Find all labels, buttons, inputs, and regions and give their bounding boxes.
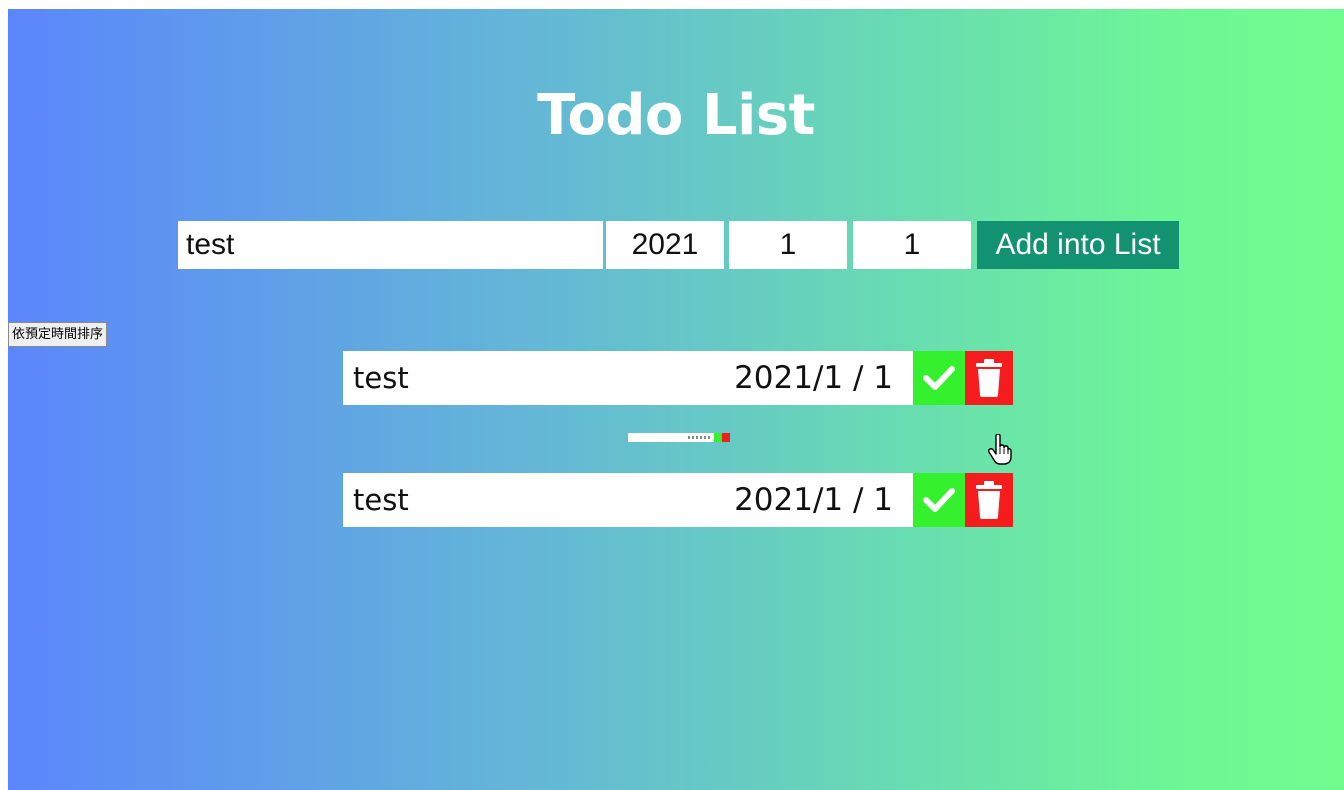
todo-item: test 2021/1 / 1 (343, 351, 1013, 405)
page-title: Todo List (537, 83, 815, 148)
check-icon (923, 488, 955, 512)
check-icon (923, 366, 955, 390)
delete-button[interactable] (965, 473, 1013, 527)
complete-button[interactable] (913, 473, 965, 527)
complete-button[interactable] (913, 351, 965, 405)
delete-button[interactable] (965, 351, 1013, 405)
trash-icon (976, 359, 1002, 397)
todo-body: test 2021/1 / 1 (343, 351, 913, 405)
hand-pointer-icon (988, 434, 1012, 465)
ghost-check (714, 433, 722, 442)
day-input[interactable] (853, 221, 971, 269)
todo-body: test 2021/1 / 1 (343, 473, 913, 527)
todo-item: test 2021/1 / 1 (343, 473, 1013, 527)
month-input[interactable] (729, 221, 847, 269)
app-background: Todo List Add into List 依預定時間排序 test 202… (8, 9, 1344, 790)
add-into-list-button[interactable]: Add into List (977, 221, 1179, 269)
todo-date: 2021/1 / 1 (734, 360, 893, 396)
sort-by-time-button[interactable]: 依預定時間排序 (8, 322, 108, 347)
todo-date: 2021/1 / 1 (734, 482, 893, 518)
todo-text: test (353, 361, 409, 395)
trash-icon (976, 481, 1002, 519)
year-input[interactable] (606, 221, 724, 269)
dragged-todo-ghost (628, 433, 730, 442)
ghost-delete (722, 433, 730, 442)
todo-text: test (353, 483, 409, 517)
ghost-date-marks (688, 436, 710, 439)
task-input[interactable] (178, 221, 603, 269)
